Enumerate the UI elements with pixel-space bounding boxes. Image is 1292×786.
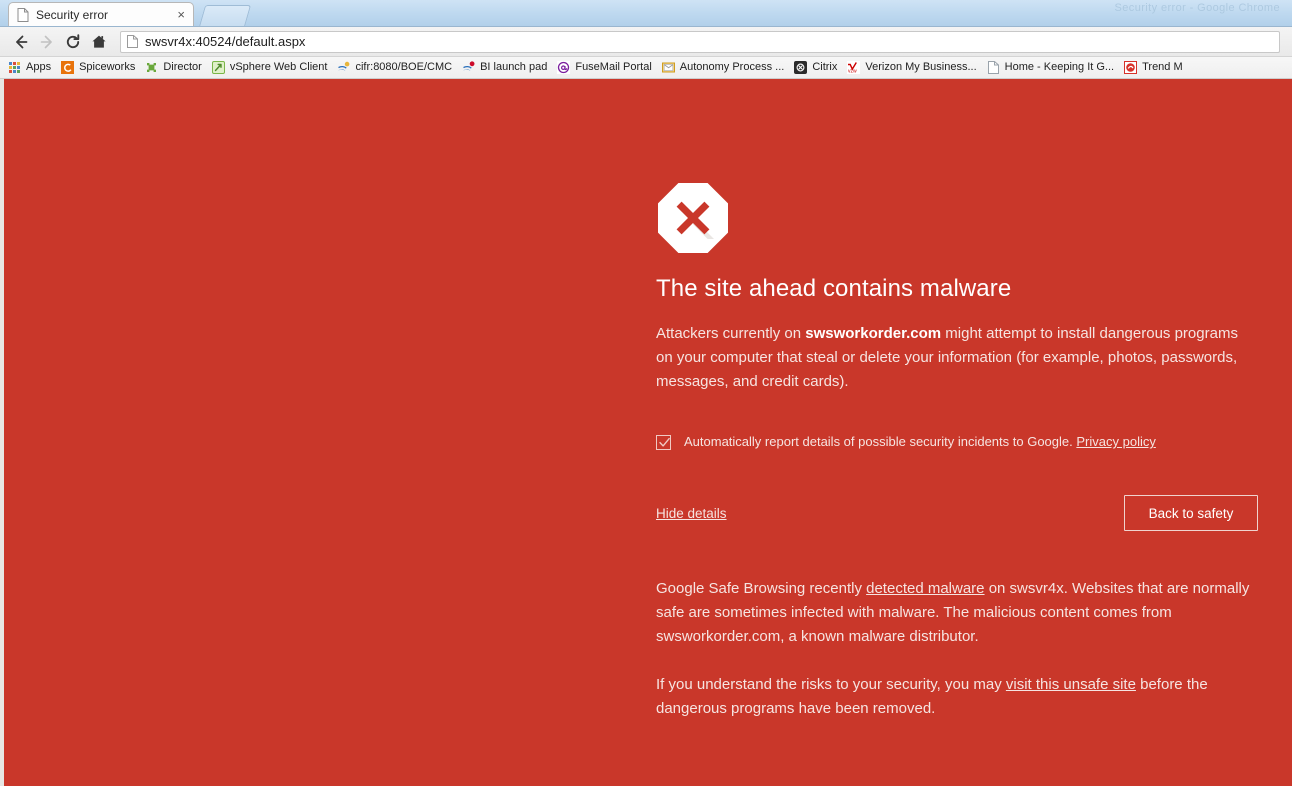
bookmark-label: cifr:8080/BOE/CMC [355,61,453,73]
back-to-safety-button[interactable]: Back to safety [1124,495,1258,532]
interstitial-content: The site ahead contains malware Attacker… [656,79,1258,745]
tab-title: Security error [36,8,109,22]
page-icon [127,35,138,48]
hide-details-link[interactable]: Hide details [656,506,727,521]
autonomy-icon [661,62,675,73]
citrix-icon [794,61,808,74]
malware-domain: swsworkorder.com [805,325,942,343]
page-left-edge [0,79,4,786]
bookmark-trend-micro[interactable]: Trend M [1120,59,1189,77]
optin-label: Automatically report details of possible… [684,434,1077,450]
tab-strip: Security error - Google Chrome Security … [0,0,1292,27]
navigation-toolbar: swsvr4x:40524/default.aspx [0,27,1292,57]
vsphere-icon [211,61,225,74]
malware-interstitial-page: The site ahead contains malware Attacker… [0,79,1292,786]
boe-icon [338,61,350,71]
bookmark-director[interactable]: Director [141,59,208,77]
details-p2-prefix: If you understand the risks to your secu… [656,676,1006,694]
bookmark-label: BI launch pad [480,61,548,73]
arrow-right-icon [40,35,52,48]
bookmark-label: FuseMail Portal [575,61,652,73]
browser-tab-security-error[interactable]: Security error × [8,2,194,26]
bookmark-label: Autonomy Process ... [679,61,785,73]
report-optin-text: Automatically report details of possible… [684,433,1156,451]
visit-unsafe-site-link[interactable]: visit this unsafe site [1006,676,1136,693]
bi-launch-pad-icon [463,61,475,71]
bookmark-label: Apps [26,61,52,73]
action-row: Hide details Back to safety [656,493,1258,533]
page-icon [987,61,999,74]
bookmark-verizon-my-business[interactable]: vzw Verizon My Business... [843,59,982,77]
bookmark-label: Director [163,61,202,73]
new-tab-button[interactable] [198,5,252,26]
bookmark-label: Trend M [1142,61,1183,73]
details-paragraph-2: If you understand the risks to your secu… [656,673,1256,721]
warning-prefix: Attackers currently on [656,325,806,343]
close-icon[interactable]: × [173,8,187,23]
privacy-policy-link[interactable]: Privacy policy [1076,434,1155,449]
details-paragraph-1: Google Safe Browsing recently detected m… [656,577,1256,649]
back-button[interactable] [8,29,34,55]
bookmark-label: Citrix [812,61,838,73]
home-icon [92,35,106,48]
spiceworks-icon [61,61,75,74]
bookmark-bi-launch-pad[interactable]: BI launch pad [458,59,553,77]
detected-malware-link[interactable]: detected malware [866,580,984,597]
address-bar-url: swsvr4x:40524/default.aspx [145,34,306,49]
verizon-icon: vzw [847,61,861,74]
arrow-left-icon [16,35,28,48]
bookmark-label: Verizon My Business... [865,61,977,73]
svg-text:vzw: vzw [848,69,857,74]
checkmark-icon [659,438,670,447]
report-checkbox[interactable] [656,435,671,451]
bookmark-fusemail-portal[interactable]: FuseMail Portal [553,59,657,77]
bookmarks-bar: Apps Spiceworks Director vSphere Web Cli… [0,57,1292,79]
window-title-ghost: Security error - Google Chrome [1114,2,1280,14]
bookmark-spiceworks[interactable]: Spiceworks [57,59,141,77]
reload-icon [66,33,80,48]
fusemail-icon [557,61,571,74]
bookmark-autonomy-process[interactable]: Autonomy Process ... [658,59,791,77]
bookmark-citrix[interactable]: Citrix [790,59,843,77]
octagon-x-icon [658,183,728,253]
bookmark-apps[interactable]: Apps [4,59,57,77]
bookmark-label: Spiceworks [79,61,136,73]
bookmark-label: vSphere Web Client [229,61,328,73]
reload-button[interactable] [60,29,86,55]
report-optin-row: Automatically report details of possible… [656,433,1256,451]
home-button[interactable] [86,29,112,55]
address-bar[interactable]: swsvr4x:40524/default.aspx [120,30,1280,53]
warning-paragraph: Attackers currently on swsworkorder.com … [656,322,1256,394]
bookmark-home-keeping-it-g[interactable]: Home - Keeping It G... [983,59,1120,77]
trend-micro-icon [1124,61,1138,74]
details-p1-prefix: Google Safe Browsing recently [656,580,867,598]
bookmark-cifr-boe-cmc[interactable]: cifr:8080/BOE/CMC [333,59,458,77]
page-title: The site ahead contains malware [656,275,1012,302]
bookmark-label: Home - Keeping It G... [1004,61,1115,73]
page-icon [17,8,29,22]
details-section: Google Safe Browsing recently detected m… [656,577,1256,721]
bookmark-vsphere-web-client[interactable]: vSphere Web Client [208,59,334,77]
director-icon [147,63,157,72]
browser-window: Security error - Google Chrome Security … [0,0,1292,786]
forward-button[interactable] [34,29,60,55]
apps-grid-icon [9,62,20,73]
